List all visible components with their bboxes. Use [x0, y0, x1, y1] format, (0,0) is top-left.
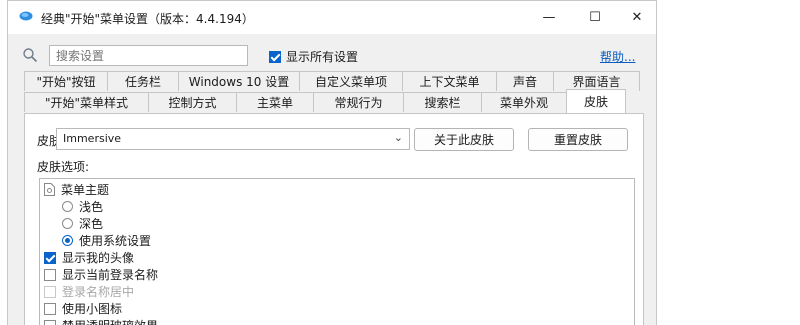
show-all-label: 显示所有设置 — [286, 50, 359, 64]
login-name-centered-checkbox — [44, 285, 56, 298]
tab-ui-language[interactable]: 界面语言 — [553, 71, 640, 91]
show-avatar-option[interactable]: 显示我的头像 — [44, 249, 134, 266]
settings-window: 经典"开始"菜单设置（版本：4.4.194） — ☐ ✕ 显示所有设置 帮助..… — [7, 0, 657, 325]
minimize-button[interactable]: — — [526, 1, 572, 34]
disable-transparency-checkbox[interactable] — [44, 319, 56, 325]
theme-light-radio[interactable] — [62, 201, 73, 212]
theme-dark-label: 深色 — [79, 217, 104, 231]
small-icons-option[interactable]: 使用小图标 — [44, 300, 122, 317]
tab-skin[interactable]: 皮肤 — [566, 89, 626, 113]
tab-context-menu[interactable]: 上下文菜单 — [402, 71, 497, 91]
reset-skin-button[interactable]: 重置皮肤 — [528, 128, 628, 151]
tab-sounds[interactable]: 声音 — [496, 71, 554, 91]
show-all-settings-toggle[interactable]: 显示所有设置 — [269, 48, 358, 65]
small-icons-checkbox[interactable] — [44, 302, 56, 315]
title-bar: 经典"开始"菜单设置（版本：4.4.194） — ☐ ✕ — [8, 1, 656, 34]
skin-options-label: 皮肤选项: — [37, 160, 90, 174]
disable-transparency-label: 禁用透明玻璃效果 — [62, 317, 158, 325]
tab-search-box[interactable]: 搜索栏 — [403, 92, 482, 112]
show-login-name-option[interactable]: 显示当前登录名称 — [44, 266, 158, 283]
theme-system-label: 使用系统设置 — [79, 234, 152, 248]
theme-system-radio[interactable] — [62, 235, 73, 246]
tab-main-menu[interactable]: 主菜单 — [236, 92, 314, 112]
chevron-down-icon: ⌄ — [393, 131, 403, 144]
search-icon — [23, 48, 38, 63]
skin-selected-value: Immersive — [63, 132, 122, 145]
show-all-checkbox[interactable] — [269, 50, 281, 63]
tab-start-button[interactable]: "开始"按钮 — [24, 71, 108, 91]
tab-custom-menu-items[interactable]: 自定义菜单项 — [299, 71, 403, 91]
theme-light-option[interactable]: 浅色 — [62, 198, 103, 215]
small-icons-label: 使用小图标 — [62, 302, 123, 316]
menu-theme-label: 菜单主题 — [61, 183, 110, 197]
tab-general-behavior[interactable]: 常规行为 — [313, 92, 404, 112]
skin-dropdown[interactable]: Immersive ⌄ — [56, 128, 410, 150]
show-avatar-checkbox[interactable] — [44, 251, 56, 264]
menu-theme-group: 菜单主题 — [44, 181, 109, 198]
disable-transparency-option[interactable]: 禁用透明玻璃效果 — [44, 317, 158, 325]
about-skin-button[interactable]: 关于此皮肤 — [414, 128, 514, 151]
app-shell-icon — [19, 11, 33, 21]
window-title: 经典"开始"菜单设置（版本：4.4.194） — [41, 12, 254, 26]
tab-taskbar[interactable]: 任务栏 — [107, 71, 179, 91]
theme-system-option[interactable]: 使用系统设置 — [62, 232, 151, 249]
tab-menu-look[interactable]: 菜单外观 — [481, 92, 567, 112]
show-login-name-checkbox[interactable] — [44, 268, 56, 281]
tab-windows10-settings[interactable]: Windows 10 设置 — [178, 71, 300, 91]
help-link[interactable]: 帮助... — [600, 48, 635, 65]
maximize-button[interactable]: ☐ — [572, 1, 618, 34]
theme-dark-option[interactable]: 深色 — [62, 215, 103, 232]
login-name-centered-label: 登录名称居中 — [62, 285, 135, 299]
show-avatar-label: 显示我的头像 — [62, 251, 135, 265]
login-name-centered-option: 登录名称居中 — [44, 283, 134, 300]
close-button[interactable]: ✕ — [614, 1, 656, 34]
search-input[interactable] — [49, 45, 248, 66]
tab-start-menu-style[interactable]: "开始"菜单样式 — [24, 92, 149, 112]
settings-document-icon — [44, 183, 55, 196]
theme-light-label: 浅色 — [79, 200, 104, 214]
theme-dark-radio[interactable] — [62, 218, 73, 229]
show-login-name-label: 显示当前登录名称 — [62, 268, 159, 282]
skin-options-list: 菜单主题 浅色 深色 使用系统设置 显示我的头像 显示当前登录名称 登录名称居中 — [39, 178, 635, 325]
tab-controls[interactable]: 控制方式 — [148, 92, 237, 112]
